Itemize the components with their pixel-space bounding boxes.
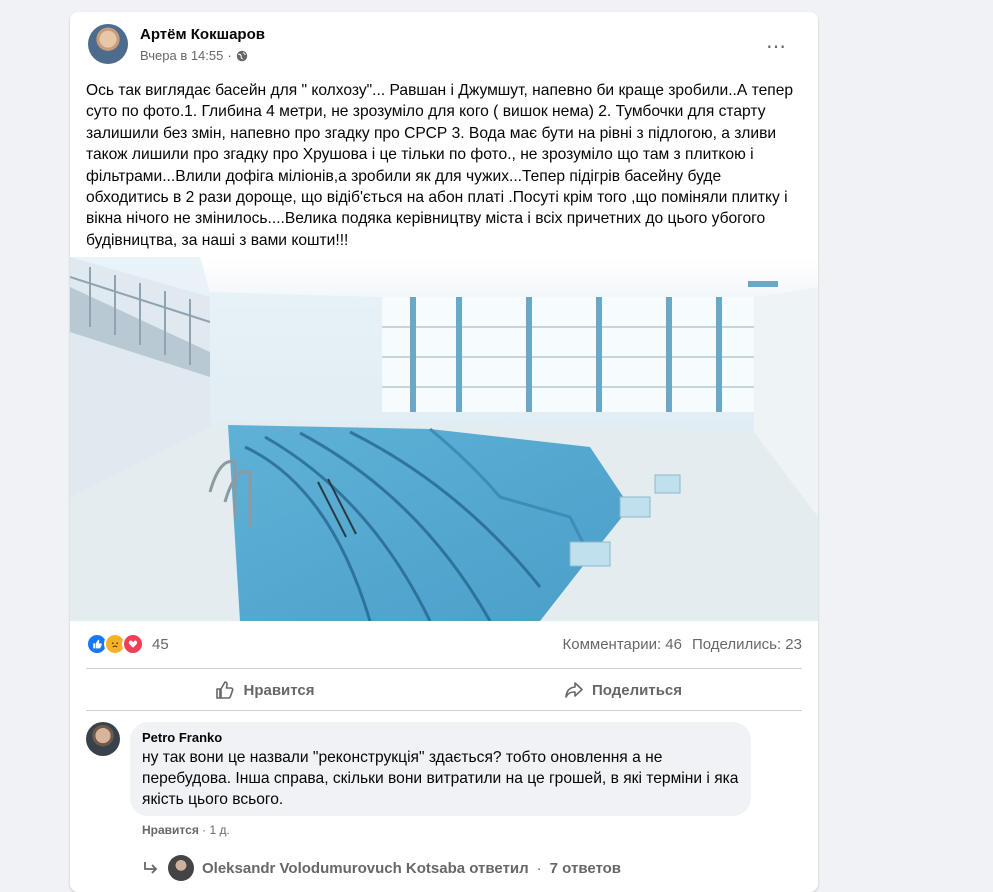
comment-like-button[interactable]: Нравится [142,823,199,837]
comment-bubble: Petro Franko ну так вони це назвали "рек… [130,722,751,816]
divider-bottom [86,710,802,711]
reaction-icons[interactable] [86,633,144,655]
comment-actions: Нравится · 1 д. [142,823,230,837]
share-button[interactable]: Поделиться [444,674,802,706]
reply-arrow-icon [144,862,158,874]
comment-separator: · [202,823,207,837]
shares-count[interactable]: Поделились: 23 [692,636,802,653]
author-name[interactable]: Артём Кокшаров [140,26,265,43]
post-photo[interactable] [70,257,818,621]
reply-text: Oleksandr Volodumurovuch Kotsaba ответил [202,859,529,877]
comment-age[interactable]: 1 д. [210,823,230,837]
commenter-name[interactable]: Petro Franko [142,730,739,745]
view-replies[interactable]: Oleksandr Volodumurovuch Kotsaba ответил… [142,855,621,881]
author-avatar[interactable] [88,24,128,64]
reaction-count[interactable]: 45 [152,636,169,653]
like-label: Нравится [243,681,315,699]
more-options-icon[interactable]: ⋯ [758,28,794,64]
action-bar: Нравится Поделиться [86,674,802,706]
post-card: Артём Кокшаров Вчера в 14:55 · ⋯ Ось так… [70,12,818,892]
post-meta: Вчера в 14:55 · [140,48,248,63]
post-header: Артём Кокшаров Вчера в 14:55 · ⋯ [88,24,802,68]
share-icon [565,682,583,698]
comment-text: ну так вони це назвали "реконструкція" з… [142,749,739,808]
thumbs-up-icon [216,681,234,699]
divider-top [86,668,802,669]
like-button[interactable]: Нравится [86,674,444,706]
meta-separator: · [227,48,232,63]
post-time[interactable]: Вчера в 14:55 [140,48,223,63]
post-text: Ось так виглядає басейн для " колхозу"..… [86,82,794,249]
reactions-bar: 45 Комментарии: 46 Поделились: 23 [86,630,802,658]
love-icon [122,633,144,655]
reply-count: 7 ответов [549,859,622,877]
share-label: Поделиться [591,681,683,699]
comments-count[interactable]: Комментарии: 46 [563,636,683,653]
reply-separator: · [536,859,542,877]
commenter-avatar[interactable] [86,722,120,756]
post-stats: Комментарии: 46 Поделились: 23 [563,636,803,653]
pool-photo-illustration [70,257,818,621]
replier-avatar [168,855,194,881]
globe-icon[interactable] [236,50,248,62]
